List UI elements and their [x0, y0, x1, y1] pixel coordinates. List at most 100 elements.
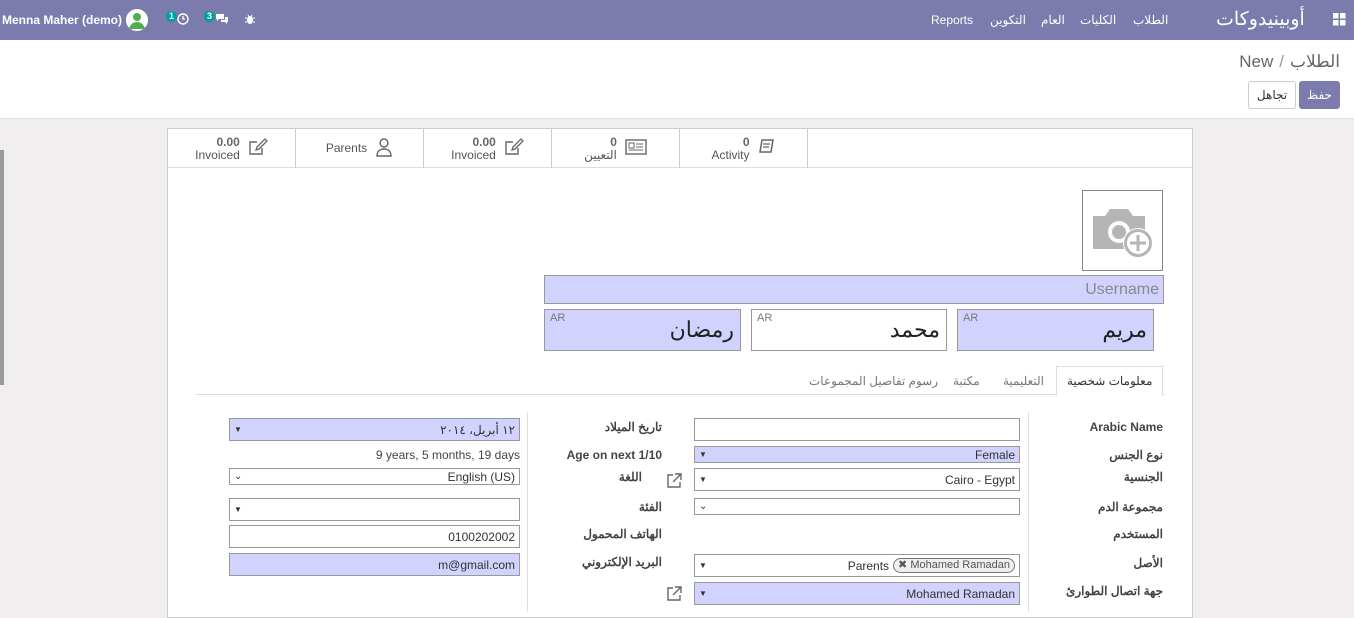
avatar — [126, 9, 149, 31]
menu-reports-label: Reports — [931, 13, 974, 27]
messages-menu[interactable]: 3 — [204, 0, 229, 40]
mobile-label: الهاتف المحمول — [583, 527, 662, 541]
app-brand[interactable]: أوبينيدوكات — [1216, 8, 1305, 31]
language-select[interactable]: ⌄ English (US) — [229, 468, 520, 485]
parents-stat-button[interactable]: Parents — [296, 129, 424, 168]
top-navbar: Menna Maher (demo) 1 3 Reports التكوين ا… — [0, 0, 1354, 40]
save-button[interactable]: حفظ — [1299, 81, 1340, 109]
breadcrumb-parent[interactable]: الطلاب — [1290, 52, 1340, 72]
origin-many2many[interactable]: ▼ Parents ✖ Mohamed Ramadan — [694, 554, 1020, 577]
menu-general[interactable]: العام — [1041, 0, 1065, 40]
category-label: الفئة — [638, 500, 662, 514]
assignment-stat-button[interactable]: 0 التعيين — [552, 129, 680, 168]
tab-group-fees[interactable]: رسوم تفاصيل المجموعات — [799, 366, 948, 395]
username-input[interactable]: Username — [544, 275, 1164, 304]
activity-stat-button[interactable]: 0 Activity — [680, 129, 808, 168]
lang-tag[interactable]: AR — [757, 312, 772, 324]
menu-students[interactable]: الطلاب — [1133, 0, 1168, 40]
close-icon[interactable]: ✖ — [898, 559, 907, 571]
caret-down-icon: ▼ — [234, 505, 242, 514]
column-divider — [527, 412, 528, 612]
smart-button-box: 0 Activity 0 التعيين 0.00 Invoiced Paren… — [168, 129, 1192, 168]
lang-tag[interactable]: AR — [963, 312, 978, 324]
stat-value: 0.00 — [216, 134, 240, 149]
middle-name-input[interactable]: AR محمد — [751, 309, 947, 351]
activity-badge: 1 — [166, 10, 178, 22]
blood-group-select[interactable]: ⌄ — [694, 498, 1020, 515]
stat-label: التعيين — [584, 147, 617, 162]
camera-plus-icon — [1083, 209, 1162, 273]
chevron-down-icon: ⌄ — [234, 471, 243, 482]
lang-tag[interactable]: AR — [550, 312, 565, 324]
origin-label: الأصل — [1133, 556, 1163, 570]
bug-icon — [244, 13, 256, 28]
last-name-input[interactable]: AR رمضان — [544, 309, 741, 351]
first-name-input[interactable]: AR مريم — [957, 309, 1154, 351]
discard-button[interactable]: تجاهل — [1248, 81, 1296, 109]
emergency-contact-value: Mohamed Ramadan — [906, 586, 1015, 601]
gender-value: Female — [974, 447, 1015, 462]
menu-reports[interactable]: Reports — [931, 0, 973, 40]
origin-value: Parents — [847, 558, 890, 573]
tab-personal-info[interactable]: معلومات شخصية — [1056, 366, 1164, 396]
menu-colleges[interactable]: الكليات — [1080, 0, 1116, 40]
apps-menu-icon[interactable] — [1333, 13, 1346, 29]
edit-icon — [248, 138, 268, 159]
caret-down-icon: ▼ — [699, 475, 707, 484]
nationality-value: Cairo - Egypt — [944, 472, 1015, 487]
blood-group-label: مجموعة الدم — [1098, 500, 1163, 514]
user-label: المستخدم — [1113, 527, 1163, 541]
language-label: اللغة — [618, 470, 642, 484]
menu-colleges-label: الكليات — [1080, 13, 1117, 27]
breadcrumb-current: New — [1239, 52, 1274, 71]
middle-name-value: محمد — [889, 317, 940, 342]
form-tabs: معلومات شخصية التعليمية مكتبة رسوم تفاصي… — [196, 366, 1164, 396]
menu-configuration-label: التكوين — [990, 13, 1026, 27]
birth-date-input[interactable]: ▼ ١٢ أبريل، ٢٠١٤ — [229, 418, 520, 441]
stat-value: 0.00 — [472, 134, 496, 149]
invoiced-stat-button[interactable]: 0.00 Invoiced — [424, 129, 552, 168]
breadcrumb-separator: / — [1279, 52, 1284, 71]
stat-label: Parents — [325, 141, 368, 155]
student-image-upload[interactable] — [1082, 190, 1163, 271]
form-sheet: 0 Activity 0 التعيين 0.00 Invoiced Paren… — [167, 128, 1193, 618]
tab-education[interactable]: التعليمية — [993, 366, 1054, 395]
user-menu[interactable]: Menna Maher (demo) — [2, 0, 149, 40]
external-link-icon[interactable] — [666, 472, 683, 492]
control-panel: الطلاب / New حفظ تجاهل — [0, 40, 1354, 119]
arabic-name-input[interactable] — [694, 418, 1020, 441]
age-next-value: 9 years, 5 months, 19 days — [375, 448, 520, 462]
activity-menu[interactable]: 1 — [166, 0, 189, 40]
gender-label: نوع الجنس — [1109, 448, 1163, 462]
caret-down-icon: ▼ — [699, 450, 707, 459]
external-link-icon[interactable] — [666, 585, 683, 605]
birth-date-value: ١٢ أبريل، ٢٠١٤ — [440, 422, 515, 437]
invoiced-stat-button-2[interactable]: 0.00 Invoiced — [168, 129, 296, 168]
stat-value: 0 — [742, 134, 750, 149]
birth-date-label: تاريخ الميلاد — [604, 420, 662, 434]
debug-menu[interactable] — [244, 0, 256, 40]
menu-general-label: العام — [1041, 13, 1065, 27]
clock-icon — [177, 12, 189, 28]
mobile-input[interactable]: 0100202002 — [229, 525, 520, 548]
origin-tag[interactable]: ✖ Mohamed Ramadan — [893, 558, 1015, 573]
gender-select[interactable]: ▼ Female — [694, 446, 1020, 463]
stat-label: Invoiced — [195, 147, 240, 162]
caret-down-icon: ▼ — [699, 561, 707, 570]
category-select[interactable]: ▼ — [229, 498, 520, 521]
emergency-contact-label: جهة اتصال الطوارئ — [1065, 584, 1163, 598]
last-name-value: رمضان — [669, 317, 734, 342]
email-input[interactable]: m@gmail.com — [229, 553, 520, 576]
user-icon — [375, 137, 393, 160]
nationality-select[interactable]: ▼ Cairo - Egypt — [694, 468, 1020, 491]
user-name: Menna Maher (demo) — [2, 13, 123, 27]
edit-icon — [504, 138, 524, 159]
comments-icon — [215, 13, 229, 28]
book-icon — [758, 138, 776, 159]
emergency-contact-select[interactable]: ▼ Mohamed Ramadan — [694, 582, 1020, 605]
age-next-label: Age on next 1/10 — [566, 448, 662, 462]
stat-label: Activity — [711, 147, 750, 162]
menu-configuration[interactable]: التكوين — [990, 0, 1026, 40]
stat-label: Invoiced — [451, 147, 496, 162]
tab-library[interactable]: مكتبة — [943, 366, 990, 395]
